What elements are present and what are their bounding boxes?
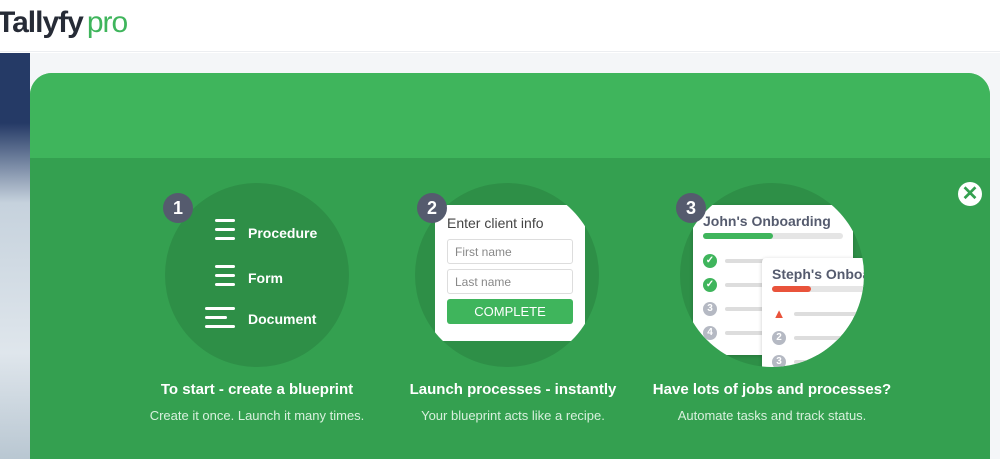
first-name-field: First name	[447, 239, 573, 264]
close-icon[interactable]: ✕	[958, 182, 982, 206]
check-icon: ✓	[703, 278, 717, 292]
step-3-badge: 3	[676, 193, 706, 223]
warning-icon: ▲	[772, 306, 786, 321]
form-icon	[205, 265, 235, 292]
step-number-icon: 2	[772, 331, 786, 345]
step-2-subtitle: Your blueprint acts like a recipe.	[421, 408, 605, 423]
last-name-field: Last name	[447, 269, 573, 294]
client-info-form: Enter client info First name Last name C…	[435, 205, 585, 341]
blueprint-procedure: Procedure	[248, 225, 318, 241]
complete-button: COMPLETE	[447, 299, 573, 324]
step-1-title: To start - create a blueprint	[160, 381, 354, 398]
document-icon	[205, 307, 235, 334]
step-1-subtitle: Create it once. Launch it many times.	[149, 408, 365, 423]
stephs-onboarding-card: Steph's Onboarding ▲ 2 3	[762, 258, 864, 367]
card-title: John's Onboarding	[703, 213, 831, 229]
check-icon: ✓	[703, 254, 717, 268]
step-3-illustration: John's Onboarding ✓ ✓ 3 4 Steph's Onboar…	[680, 183, 864, 367]
step-3-title: Have lots of jobs and processes?	[652, 381, 892, 398]
panel-header	[30, 73, 990, 158]
form-heading: Enter client info	[447, 215, 544, 231]
step-2-title: Launch processes - instantly	[409, 381, 617, 398]
step-1-badge: 1	[163, 193, 193, 223]
step-2-badge: 2	[417, 193, 447, 223]
step-number-icon: 4	[703, 326, 717, 340]
step-3-subtitle: Automate tasks and track status.	[677, 408, 867, 423]
blueprint-document: Document	[248, 311, 317, 327]
step-number-icon: 3	[772, 355, 786, 367]
blueprint-form: Form	[248, 270, 283, 286]
tallyfy-logo[interactable]: Tallyfy pro	[0, 6, 128, 40]
background-sidebar	[0, 53, 30, 459]
step-number-icon: 3	[703, 302, 717, 316]
app-header: Tallyfy pro	[0, 0, 1000, 52]
procedure-icon	[205, 219, 235, 246]
card-title: Steph's Onboarding	[772, 266, 864, 282]
